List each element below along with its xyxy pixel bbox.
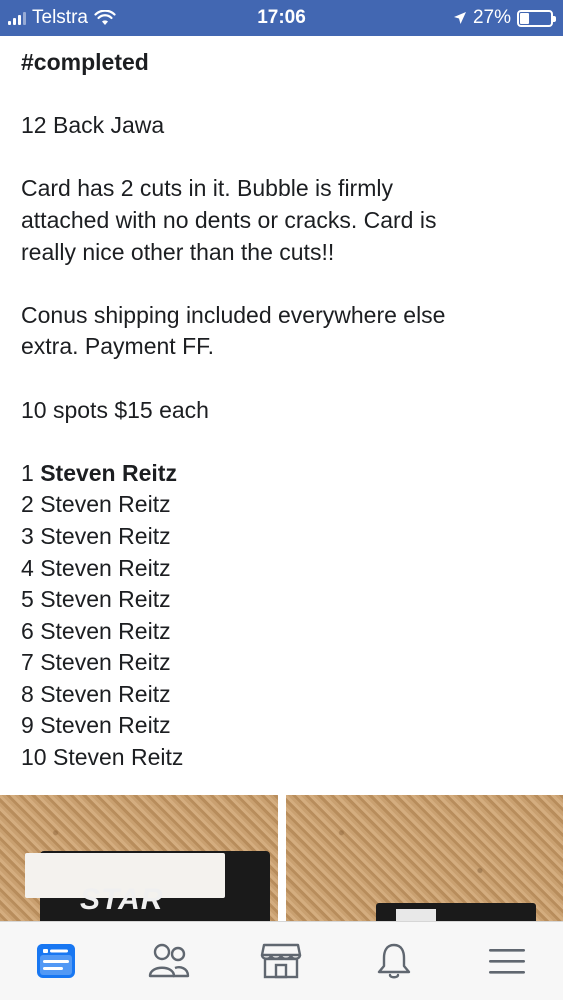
spot-name-tagged[interactable]: Steven Reitz bbox=[40, 460, 177, 486]
description-line: attached with no dents or cracks. Card i… bbox=[21, 206, 437, 233]
spot-number: 1 bbox=[21, 459, 34, 486]
bottom-navigation bbox=[0, 921, 563, 1000]
spot-number: 10 bbox=[21, 744, 47, 771]
spot-name: Steven Reitz bbox=[52, 744, 184, 771]
spot-name: Steven Reitz bbox=[40, 649, 171, 676]
spot-item: 3 Steven Reitz bbox=[21, 521, 546, 553]
shipping-line: extra. Payment FF. bbox=[21, 333, 215, 360]
spot-item: 4 Steven Reitz bbox=[21, 553, 546, 585]
news-feed-icon bbox=[37, 944, 76, 978]
spot-item: 1 Steven Reitz bbox=[21, 458, 546, 490]
nav-notifications[interactable] bbox=[364, 931, 424, 991]
spot-item: 10 Steven Reitz bbox=[21, 742, 546, 774]
spot-name: Steven Reitz bbox=[40, 712, 171, 739]
toy-card-edge-label bbox=[396, 909, 436, 921]
post-title: 12 Back Jawa bbox=[21, 112, 165, 139]
post-photo[interactable] bbox=[286, 795, 563, 921]
spot-number: 2 bbox=[21, 491, 34, 518]
spot-item: 2 Steven Reitz bbox=[21, 489, 546, 521]
spot-number: 3 bbox=[21, 522, 34, 549]
nav-friends[interactable] bbox=[139, 931, 199, 991]
card-logo-text: STAR bbox=[80, 883, 164, 916]
spot-number: 4 bbox=[21, 554, 34, 581]
spot-number: 5 bbox=[21, 586, 34, 613]
spots-list: 1 Steven Reitz 2 Steven Reitz 3 Steven R… bbox=[21, 458, 546, 774]
post-body: #completed 12 Back Jawa Card has 2 cuts … bbox=[21, 47, 546, 774]
description-line: really nice other than the cuts!! bbox=[21, 238, 335, 265]
battery-percentage: 27% bbox=[472, 7, 511, 28]
post-hashtag[interactable]: #completed bbox=[21, 47, 546, 79]
menu-icon bbox=[488, 949, 525, 974]
spot-item: 6 Steven Reitz bbox=[21, 616, 546, 648]
photo-grid: STAR bbox=[0, 795, 563, 921]
notifications-bell-icon bbox=[377, 943, 411, 979]
spot-number: 7 bbox=[21, 649, 34, 676]
spot-item: 5 Steven Reitz bbox=[21, 584, 546, 616]
spot-number: 9 bbox=[21, 712, 34, 739]
spot-name: Steven Reitz bbox=[40, 680, 171, 707]
status-bar: Telstra 17:06 27% bbox=[0, 0, 563, 36]
spot-number: 8 bbox=[21, 680, 34, 707]
spot-name: Steven Reitz bbox=[40, 554, 171, 581]
spot-name: Steven Reitz bbox=[40, 617, 171, 644]
spot-name: Steven Reitz bbox=[40, 586, 171, 613]
marketplace-icon bbox=[261, 943, 302, 979]
location-arrow-icon bbox=[453, 12, 466, 24]
spots-info: 10 spots $15 each bbox=[21, 396, 209, 423]
spot-name: Steven Reitz bbox=[40, 522, 171, 549]
spot-item: 7 Steven Reitz bbox=[21, 647, 546, 679]
nav-menu[interactable] bbox=[477, 931, 537, 991]
spot-item: 9 Steven Reitz bbox=[21, 710, 546, 742]
friends-icon bbox=[148, 943, 190, 978]
shipping-line: Conus shipping included everywhere else bbox=[21, 301, 446, 328]
description-line: Card has 2 cuts in it. Bubble is firmly bbox=[21, 175, 393, 202]
post-photo[interactable]: STAR bbox=[0, 795, 278, 921]
nav-news-feed[interactable] bbox=[26, 931, 86, 991]
spot-number: 6 bbox=[21, 617, 34, 644]
spot-name: Steven Reitz bbox=[40, 491, 171, 518]
status-bar-right: 27% bbox=[453, 7, 556, 29]
spot-item: 8 Steven Reitz bbox=[21, 679, 546, 711]
battery-icon bbox=[517, 9, 556, 27]
nav-marketplace[interactable] bbox=[251, 931, 311, 991]
